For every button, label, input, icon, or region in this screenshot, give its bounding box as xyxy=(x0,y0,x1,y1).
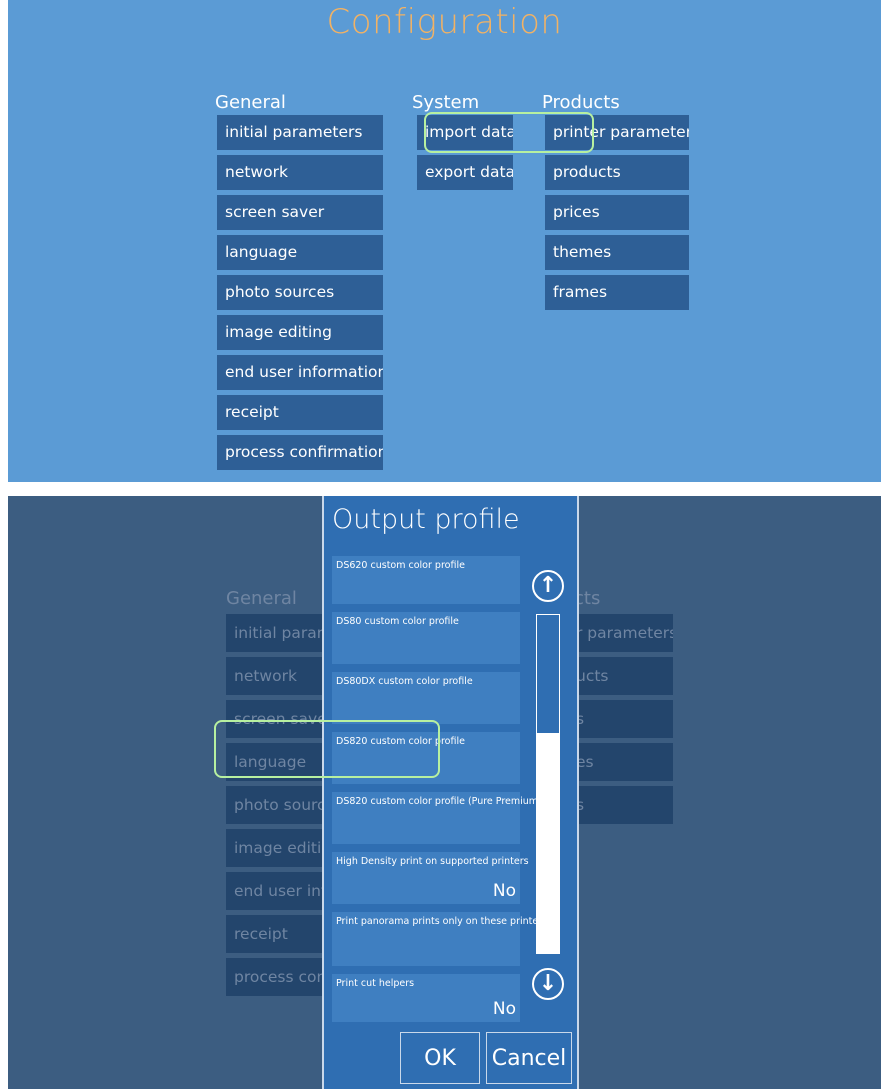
option-label: High Density print on supported printers xyxy=(336,856,529,867)
products-header: Products xyxy=(542,92,620,113)
general-header: General xyxy=(226,588,297,609)
screen-saver-button[interactable]: screen saver xyxy=(217,195,383,230)
option-label: DS620 custom color profile xyxy=(336,560,465,571)
profile-option-ds820-pure-premium[interactable]: DS820 custom color profile (Pure Premium… xyxy=(332,792,542,844)
profile-option-ds80dx[interactable]: DS80DX custom color profile xyxy=(332,672,520,724)
network-button[interactable]: network xyxy=(226,657,336,695)
cancel-button[interactable]: Cancel xyxy=(486,1032,572,1084)
configuration-screen: Configuration General initial parameters… xyxy=(8,0,881,482)
option-label: DS820 custom color profile (Pure Premium… xyxy=(336,796,542,807)
scroll-up-button[interactable]: ↑ xyxy=(532,570,564,602)
frames-button[interactable]: frames xyxy=(545,275,689,310)
option-value: No xyxy=(492,881,516,901)
image-editing-button[interactable]: image editing xyxy=(217,315,383,350)
option-label: Print panorama prints only on these prin… xyxy=(336,916,548,927)
panorama-printers-option[interactable]: Print panorama prints only on these prin… xyxy=(332,912,547,966)
profile-option-ds620[interactable]: DS620 custom color profile xyxy=(332,556,520,604)
end-user-informations-button[interactable]: end user informations xyxy=(217,355,383,390)
process-confirmation-button[interactable]: process confi xyxy=(226,958,336,996)
themes-button[interactable]: themes xyxy=(545,235,689,270)
option-label: DS80 custom color profile xyxy=(336,616,459,627)
end-user-informations-button[interactable]: end user info xyxy=(226,872,336,910)
high-density-print-toggle[interactable]: High Density print on supported printers… xyxy=(332,852,529,904)
scrollbar-track[interactable] xyxy=(536,614,560,954)
scrollbar-thumb[interactable] xyxy=(537,733,559,953)
export-data-button[interactable]: export data xyxy=(417,155,513,190)
products-button[interactable]: products xyxy=(545,155,689,190)
output-profile-screen: General initial parame network screen sa… xyxy=(8,496,881,1089)
image-editing-button[interactable]: image editing xyxy=(226,829,336,867)
profile-option-ds80[interactable]: DS80 custom color profile xyxy=(332,612,520,664)
themes-button[interactable]: es xyxy=(568,743,673,781)
prices-button[interactable]: s xyxy=(568,700,673,738)
ok-button[interactable]: OK xyxy=(400,1032,480,1084)
option-label: DS80DX custom color profile xyxy=(336,676,473,687)
printer-parameters-button[interactable]: r parameters xyxy=(568,614,673,652)
output-profile-dialog: Output profile DS620 custom color profil… xyxy=(322,496,579,1089)
arrow-up-circle-icon: ↑ xyxy=(538,573,558,598)
system-header: System xyxy=(412,92,480,113)
photo-sources-button[interactable]: photo sources xyxy=(217,275,383,310)
option-value: No xyxy=(492,999,516,1019)
print-cut-helpers-toggle[interactable]: Print cut helpers No xyxy=(332,974,520,1022)
network-button[interactable]: network xyxy=(217,155,383,190)
receipt-button[interactable]: receipt xyxy=(217,395,383,430)
initial-parameters-button[interactable]: initial parameters xyxy=(217,115,383,150)
general-header: General xyxy=(215,92,286,113)
photo-sources-button[interactable]: photo source xyxy=(226,786,336,824)
highlight-box xyxy=(424,112,594,153)
dialog-title: Output profile xyxy=(332,504,520,535)
products-button[interactable]: ucts xyxy=(568,657,673,695)
frames-button[interactable]: s xyxy=(568,786,673,824)
receipt-button[interactable]: receipt xyxy=(226,915,336,953)
highlight-box xyxy=(214,720,440,778)
option-label: Print cut helpers xyxy=(336,978,415,989)
page-title: Configuration xyxy=(326,2,563,42)
scroll-down-button[interactable]: ↓ xyxy=(532,968,564,1000)
arrow-down-circle-icon: ↓ xyxy=(538,971,558,996)
language-button[interactable]: language xyxy=(217,235,383,270)
initial-parameters-button[interactable]: initial parame xyxy=(226,614,336,652)
process-confirmation-button[interactable]: process confirmation xyxy=(217,435,383,470)
prices-button[interactable]: prices xyxy=(545,195,689,230)
